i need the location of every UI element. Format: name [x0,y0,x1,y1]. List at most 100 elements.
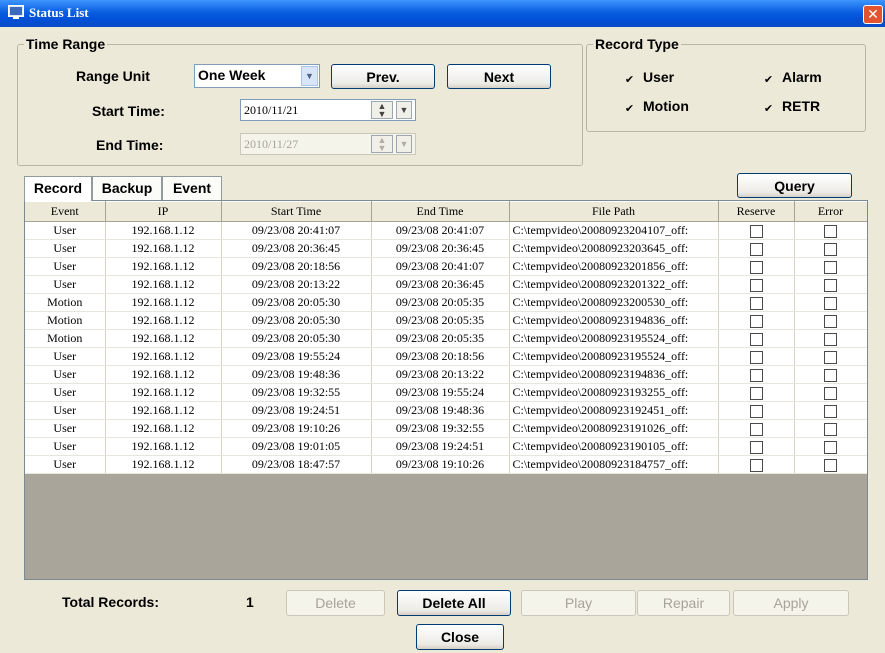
table-cell: C:\tempvideo\20080923193255_off: [509,383,719,402]
delete-all-button[interactable]: Delete All [397,590,511,616]
table-row[interactable]: User 192.168.1.12 09/23/08 19:24:51 09/23/0… [25,401,867,420]
table-row[interactable]: User 192.168.1.12 09/23/08 20:18:56 09/23/0… [25,257,867,276]
error-checkbox[interactable] [824,458,837,472]
retr-checkbox-label: RETR [782,98,821,114]
table-header-row: Event IP Start Time End Time File Path Reserv… [25,201,867,222]
retr-checkbox[interactable]: ✔ RETR [763,98,820,115]
table-row[interactable]: User 192.168.1.12 09/23/08 19:55:24 09/23/0… [25,347,867,366]
end-time-dropdown-icon: ▼ [396,135,412,153]
error-checkbox[interactable] [824,386,837,400]
reserve-checkbox[interactable] [749,350,763,364]
chevron-down-icon[interactable]: ▼ [301,66,318,86]
table-cell: 192.168.1.12 [105,329,222,348]
table-cell [794,221,867,240]
next-button[interactable]: Next [447,64,551,89]
table-cell [718,329,795,348]
tab-record[interactable]: Record [24,176,92,201]
table-cell [794,437,867,456]
table-row[interactable]: User 192.168.1.12 09/23/08 20:13:22 09/23/0… [25,275,867,294]
apply-button[interactable]: Apply [733,590,849,616]
error-checkbox[interactable] [824,350,837,364]
window-close-button[interactable]: ✕ [863,5,883,24]
table-cell: 09/23/08 20:05:30 [221,311,372,330]
table-row[interactable]: User 192.168.1.12 09/23/08 19:32:55 09/23/0… [25,383,867,402]
column-header[interactable]: Start Time [221,201,372,222]
table-row[interactable]: User 192.168.1.12 09/23/08 18:47:57 09/23/0… [25,455,867,474]
reserve-checkbox[interactable] [749,386,763,400]
error-checkbox[interactable] [824,296,837,310]
reserve-checkbox[interactable] [749,404,763,418]
table-row[interactable]: User 192.168.1.12 09/23/08 20:36:45 09/23/0… [25,239,867,258]
reserve-checkbox[interactable] [749,224,763,238]
reserve-checkbox[interactable] [749,368,763,382]
table-cell: C:\tempvideo\20080923195524_off: [509,329,719,348]
table-cell: User [25,239,106,258]
column-header[interactable]: Reserve [718,201,795,222]
tab-event[interactable]: Event [162,176,222,200]
error-checkbox[interactable] [824,242,837,256]
table-row[interactable]: User 192.168.1.12 09/23/08 20:41:07 09/23/0… [25,221,867,240]
table-cell: 09/23/08 19:32:55 [221,383,372,402]
error-checkbox[interactable] [824,260,837,274]
records-table-container[interactable]: Event IP Start Time End Time File Path Reserv… [24,200,868,580]
reserve-checkbox[interactable] [749,296,763,310]
table-row[interactable]: User 192.168.1.12 09/23/08 19:01:05 09/23/0… [25,437,867,456]
table-row[interactable]: Motion 192.168.1.12 09/23/08 20:05:30 09/23… [25,329,867,348]
error-checkbox[interactable] [824,278,837,292]
column-header[interactable]: Event [25,201,106,222]
tab-backup[interactable]: Backup [92,176,162,200]
table-cell [718,437,795,456]
table-row[interactable]: Motion 192.168.1.12 09/23/08 20:05:30 09/23… [25,293,867,312]
query-button[interactable]: Query [737,173,852,198]
close-button[interactable]: Close [416,624,504,650]
table-cell: 09/23/08 19:55:24 [371,383,510,402]
table-cell: C:\tempvideo\20080923192451_off: [509,401,719,420]
table-cell: C:\tempvideo\20080923191026_off: [509,419,719,438]
error-checkbox[interactable] [824,404,837,418]
error-checkbox[interactable] [824,314,837,328]
reserve-checkbox[interactable] [749,242,763,256]
end-time-spinner: ▲ ▼ [371,135,393,153]
reserve-checkbox[interactable] [749,440,763,454]
table-row[interactable]: Motion 192.168.1.12 09/23/08 20:05:30 09/23… [25,311,867,330]
error-checkbox[interactable] [824,368,837,382]
column-header[interactable]: IP [105,201,222,222]
table-cell [794,383,867,402]
alarm-checkbox[interactable]: ✔ Alarm [763,69,822,86]
start-time-dropdown-icon[interactable]: ▼ [396,101,412,119]
reserve-checkbox[interactable] [749,314,763,328]
play-button[interactable]: Play [521,590,636,616]
prev-button[interactable]: Prev. [331,64,435,89]
table-cell: 192.168.1.12 [105,257,222,276]
table-cell: 09/23/08 20:36:45 [371,275,510,294]
error-checkbox[interactable] [824,422,837,436]
end-time-label: End Time: [96,137,164,153]
reserve-checkbox[interactable] [749,260,763,274]
error-checkbox[interactable] [824,332,837,346]
table-row[interactable]: User 192.168.1.12 09/23/08 19:48:36 09/23/0… [25,365,867,384]
table-cell: 09/23/08 20:18:56 [371,347,510,366]
start-time-spinner[interactable]: ▲ ▼ [371,101,393,119]
table-cell [718,383,795,402]
title-bar[interactable]: Status List ✕ [0,0,885,27]
error-checkbox[interactable] [824,224,837,238]
user-checkbox[interactable]: ✔ User [624,69,674,86]
reserve-checkbox[interactable] [749,278,763,292]
table-row[interactable]: User 192.168.1.12 09/23/08 19:10:26 09/23/0… [25,419,867,438]
column-header[interactable]: Error [794,201,867,222]
table-cell: C:\tempvideo\20080923203645_off: [509,239,719,258]
reserve-checkbox[interactable] [749,458,763,472]
column-header[interactable]: End Time [371,201,510,222]
reserve-checkbox[interactable] [749,422,763,436]
range-unit-select[interactable]: One Week ▼ [194,64,320,88]
error-checkbox[interactable] [824,440,837,454]
delete-button[interactable]: Delete [286,590,385,616]
time-range-legend: Time Range [26,36,106,52]
repair-button[interactable]: Repair [637,590,730,616]
motion-checkbox[interactable]: ✔ Motion [624,98,689,115]
reserve-checkbox[interactable] [749,332,763,346]
column-header[interactable]: File Path [509,201,719,222]
record-type-legend: Record Type [595,36,679,52]
table-cell: User [25,221,106,240]
table-cell: 09/23/08 19:24:51 [371,437,510,456]
